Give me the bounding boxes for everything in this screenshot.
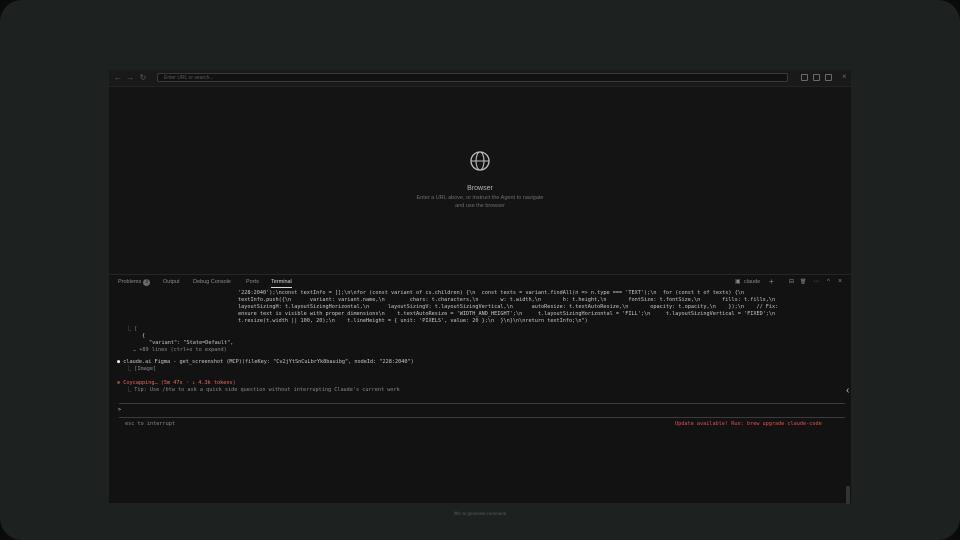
tip-line: ⎿ Tip: Use /btw to ask a quick side ques… xyxy=(126,387,400,393)
globe-icon xyxy=(470,151,490,171)
app-frame: ← → ↻ Enter URL or search... × Browser E… xyxy=(0,0,960,540)
add-terminal-icon[interactable]: + xyxy=(769,278,774,286)
chevron-left-icon[interactable]: ‹ xyxy=(846,386,849,396)
browser-hint-line-1: Enter a URL above, or instruct the Agent… xyxy=(416,195,544,201)
panel-tabs: Problems 3 Output Debug Console Ports Ter… xyxy=(109,275,851,289)
code-line: t.resize(t.width || 100, 20);\n t.lineHe… xyxy=(238,318,588,324)
interrupt-hint: esc to interrupt xyxy=(125,421,175,427)
generate-command-hint[interactable]: ⌘K to generate command xyxy=(109,509,851,518)
problems-count-badge: 3 xyxy=(143,279,151,286)
terminal-output[interactable]: '228:2040');\nconst textInfo = [];\n\nfo… xyxy=(109,290,851,516)
prompt-input[interactable]: > xyxy=(118,407,121,414)
split-terminal-icon[interactable]: ⊟ xyxy=(789,279,794,286)
tool-call-line: ● claude.ai Figma - get_screenshot (MCP)… xyxy=(117,359,414,366)
url-input[interactable]: Enter URL or search... xyxy=(157,73,788,82)
terminal-scrollbar[interactable] xyxy=(846,486,850,504)
trash-icon[interactable]: 🗑 xyxy=(800,279,806,286)
open-external-icon[interactable] xyxy=(825,74,832,81)
tab-terminal[interactable]: Terminal xyxy=(271,279,292,288)
tab-problems[interactable]: Problems 3 xyxy=(118,279,151,286)
tool-call-text: claude.ai Figma - get_screenshot (MCP)(f… xyxy=(123,359,414,365)
devtools-icon[interactable] xyxy=(813,74,820,81)
code-line: layoutSizingH: t.layoutSizingHorizontal,… xyxy=(238,304,779,310)
result-variant: "variant": "State=Default", xyxy=(149,340,234,346)
reload-icon[interactable]: ↻ xyxy=(138,73,148,83)
code-line: ensure text is visible with proper dimen… xyxy=(238,311,776,317)
tab-problems-label: Problems xyxy=(118,279,142,285)
browser-empty-title: Browser xyxy=(467,185,493,192)
tool-result: ⎿ [Image] xyxy=(126,366,157,372)
input-divider-top xyxy=(119,403,845,404)
screenshot-icon[interactable] xyxy=(801,74,808,81)
close-panel-icon[interactable]: × xyxy=(838,278,842,285)
forward-icon[interactable]: → xyxy=(125,73,135,83)
result-open: ⎿ [ xyxy=(126,326,138,332)
tab-debug-console[interactable]: Debug Console xyxy=(193,279,231,286)
more-icon[interactable]: ⋯ xyxy=(813,279,819,286)
result-more[interactable]: … +89 lines (ctrl+o to expand) xyxy=(133,347,227,354)
browser-toolbar: ← → ↻ Enter URL or search... × xyxy=(109,70,851,87)
tab-ports[interactable]: Ports xyxy=(246,279,259,286)
terminal-icon: ▣ xyxy=(735,279,741,285)
tab-output[interactable]: Output xyxy=(163,279,180,286)
status-line: ✻ Coycapping… (5m 47s · ↓ 4.3k tokens) xyxy=(117,380,236,387)
result-brace: { xyxy=(142,333,146,339)
code-line: textInfo.push({\n variant: variant.name,… xyxy=(238,297,776,303)
close-icon[interactable]: × xyxy=(842,72,847,82)
update-notice: Update available! Run: brew upgrade clau… xyxy=(675,421,822,427)
code-line: '228:2040');\nconst textInfo = [];\n\nfo… xyxy=(238,290,744,296)
bottom-panel: Problems 3 Output Debug Console Ports Ter… xyxy=(109,274,851,516)
browser-empty-hint: Enter a URL above, or instruct the Agent… xyxy=(380,195,580,210)
maximize-panel-icon[interactable]: ^ xyxy=(827,279,830,286)
status-text: Coycapping… (5m 47s · ↓ 4.3k tokens) xyxy=(123,380,236,386)
back-icon[interactable]: ← xyxy=(113,73,123,83)
terminal-name[interactable]: claude xyxy=(744,279,760,286)
input-divider-bottom xyxy=(119,417,845,418)
browser-hint-line-2: and use the browser xyxy=(455,202,505,209)
